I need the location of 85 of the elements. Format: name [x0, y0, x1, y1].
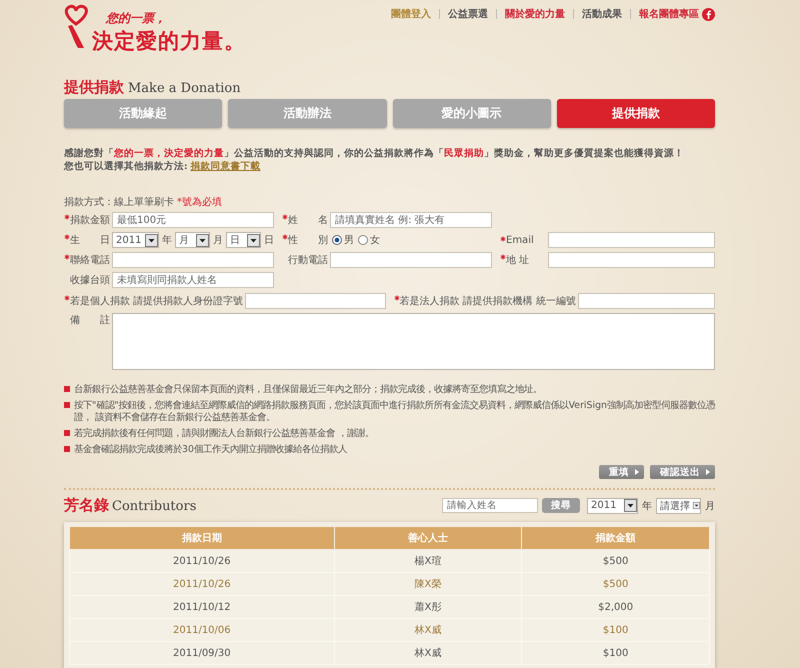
day-select[interactable]: 日: [226, 232, 261, 248]
payment-method-label: 捐款方式：線上單筆刷卡: [64, 196, 174, 209]
text-input-field[interactable]: 未填寫則同捐款人姓名: [112, 272, 274, 288]
table-cell: 2011/10/12: [70, 596, 334, 618]
section-title: 芳名錄: [64, 496, 109, 515]
intro-text: 感謝您對「您的一票，決定愛的力量」公益活動的支持與認同，你的公益捐款將作為「民眾捐助」獎助金，幫助更多優質提案也能獲得資源！: [64, 147, 685, 160]
field-label: 捐款金額: [70, 214, 110, 227]
download-link[interactable]: 捐款同意書下載: [190, 160, 261, 173]
nav-link[interactable]: 關於愛的力量: [505, 7, 565, 21]
logo-tagline: 您的一票，: [106, 10, 167, 27]
logo-slogan: 決定愛的力量。: [92, 27, 246, 55]
field-label: 性 別: [288, 234, 328, 247]
column-header: 善心人士: [334, 526, 522, 550]
heart-hand-logo-icon: [62, 4, 90, 50]
field-label: 若是個人捐款 請提供捐款人身份證字號: [70, 294, 244, 308]
unit-label: 日: [264, 234, 274, 247]
radio-button[interactable]: [358, 235, 368, 245]
column-header: 捐款金額: [522, 526, 710, 550]
nav-link[interactable]: 活動成果: [582, 7, 622, 21]
table-cell: 2011/10/26: [70, 572, 334, 596]
note-text: 若完成捐款後有任何問題，請與財團法人台新銀行公益慈善基金會 ，謝謝。: [74, 428, 374, 440]
bullet-icon: [64, 430, 70, 436]
bullet-icon: [64, 386, 70, 392]
month-select[interactable]: 月: [175, 232, 210, 248]
table-cell: 林X威: [334, 642, 522, 664]
field-label: 行動電話: [288, 254, 328, 267]
month-select[interactable]: 請選擇: [656, 498, 701, 514]
radio-label: 女: [370, 234, 380, 247]
required-note: *號為必填: [177, 196, 222, 209]
note-text: 基金會確認捐款完成後將於30個工作天內開立捐贈收據給各位捐款人: [74, 444, 347, 456]
field-label: Email: [506, 234, 534, 246]
name-search-field[interactable]: 請輸入姓名: [442, 498, 538, 513]
page-subtitle: Make a Donation: [128, 81, 241, 96]
field-label: 地 址: [506, 254, 530, 267]
text-input-field[interactable]: [548, 232, 715, 248]
page-title: 提供捐款: [64, 78, 124, 97]
text-input-field[interactable]: [548, 252, 715, 268]
field-label: 備 註: [70, 314, 110, 327]
column-header: 捐款日期: [70, 526, 334, 550]
other-method-text: 您也可以選擇其他捐款方法:: [64, 160, 188, 173]
nav-link[interactable]: 報名團體專區: [639, 7, 699, 21]
unit-label: 月: [213, 234, 223, 247]
unit-label: 年: [162, 234, 172, 247]
action-button[interactable]: 重填: [599, 465, 644, 479]
table-cell: $500: [522, 572, 710, 596]
bullet-icon: [64, 446, 70, 452]
table-cell: 2011/10/26: [70, 550, 334, 572]
field-label: 若是法人捐款 請提供捐款機構 統一編號: [400, 294, 576, 308]
field-label: 姓 名: [288, 214, 328, 227]
text-input-field[interactable]: 最低100元: [112, 212, 274, 228]
table-cell: $100: [522, 618, 710, 642]
table-cell: $500: [522, 550, 710, 572]
year-select[interactable]: 2011: [587, 498, 638, 514]
triangle-icon: [706, 469, 710, 475]
table-cell: 2011/10/06: [70, 618, 334, 642]
note-text: 台新銀行公益慈善基金會只保留本頁面的資料，且僅保留最近三年內之部分；捐款完成後，收據將寄至您填寫之地址。: [74, 384, 542, 396]
table-cell: $100: [522, 642, 710, 664]
remarks-textarea[interactable]: [112, 313, 715, 370]
table-cell: 楊X瑄: [334, 550, 522, 572]
bullet-icon: [64, 402, 70, 408]
radio-button[interactable]: [332, 235, 342, 245]
radio-label: 男: [344, 234, 354, 247]
unit-label: 月: [705, 500, 715, 512]
table-cell: 陳X榮: [334, 572, 522, 596]
text-input-field[interactable]: 請填真實姓名 例: 張大有: [330, 212, 492, 228]
table-cell: 2011/09/30: [70, 642, 334, 664]
text-input-field[interactable]: [330, 252, 492, 268]
table-cell: 蕭X彤: [334, 596, 522, 618]
text-input-field[interactable]: [245, 293, 386, 309]
section-subtitle: Contributors: [112, 499, 196, 514]
nav-link[interactable]: 公益票選: [448, 7, 488, 21]
tab[interactable]: 提供捐款: [556, 99, 715, 128]
unit-label: 年: [642, 500, 652, 512]
field-label: 生 日: [70, 234, 110, 247]
facebook-icon[interactable]: [702, 8, 715, 20]
field-label: 收據台頭: [70, 274, 110, 287]
field-label: 聯絡電話: [70, 254, 110, 267]
year-select[interactable]: 2011: [112, 232, 159, 248]
action-button[interactable]: 確認送出: [650, 465, 715, 479]
text-input-field[interactable]: [112, 252, 274, 268]
table-cell: $2,000: [522, 596, 710, 618]
table-cell: 林X威: [334, 618, 522, 642]
text-input-field[interactable]: [578, 293, 715, 309]
note-text: 按下"確認"按鈕後，您將會連結至網際威信的網路捐款服務頁面，您於該頁面中進行捐款所所有金流交易資料，網際威信係以VeriSign強制高加密型伺服器數位憑證， 該資料不會儲存在台新銀行公益慈善基金會。: [74, 400, 715, 424]
triangle-icon: [635, 469, 639, 475]
